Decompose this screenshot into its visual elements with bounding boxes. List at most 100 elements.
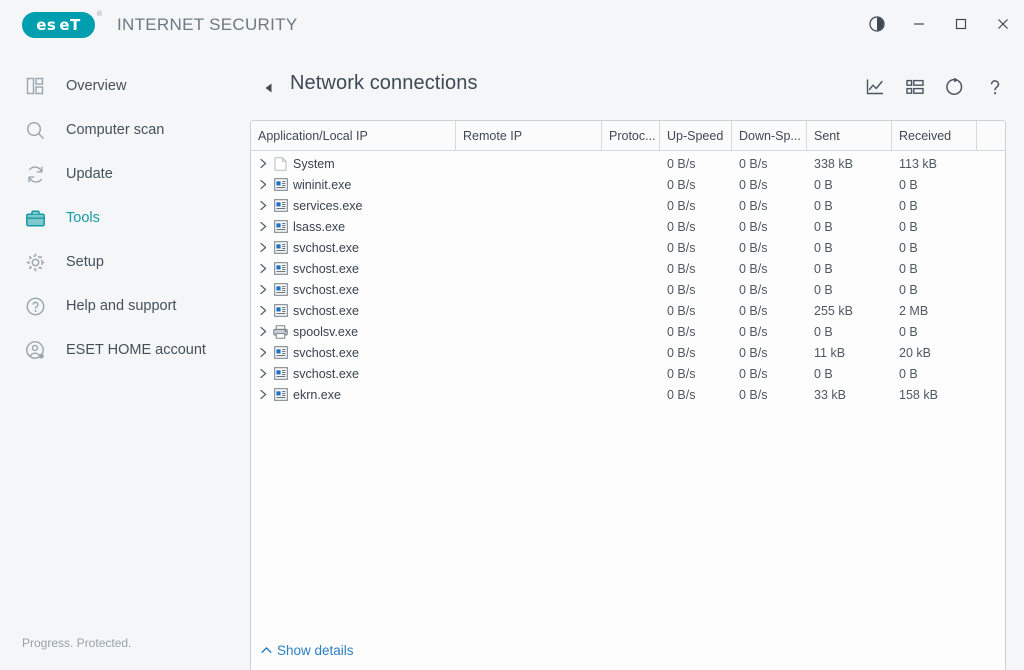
column-header-remote-ip[interactable]: Remote IP <box>456 121 602 150</box>
eset-logo-icon: e s e T ® <box>22 12 95 38</box>
table-row[interactable]: svchost.exe0 B/s0 B/s255 kB2 MB <box>251 300 1005 321</box>
sidebar-item-eset-home-account[interactable]: ESET HOME account <box>0 328 248 372</box>
cell-sent: 33 kB <box>807 384 892 405</box>
application-name: ekrn.exe <box>293 388 341 402</box>
cell-sent: 0 B <box>807 363 892 384</box>
table-header-row: Application/Local IP Remote IP Protoc...… <box>251 121 1005 151</box>
table-row[interactable]: ekrn.exe0 B/s0 B/s33 kB158 kB <box>251 384 1005 405</box>
table-row[interactable]: System0 B/s0 B/s338 kB113 kB <box>251 153 1005 174</box>
expand-chevron-icon[interactable] <box>257 388 270 401</box>
gear-icon <box>22 249 48 275</box>
expand-chevron-icon[interactable] <box>257 304 270 317</box>
cell-remote-ip <box>456 216 602 237</box>
cell-down-speed: 0 B/s <box>732 279 807 300</box>
column-header-spacer[interactable] <box>977 121 1005 150</box>
expand-chevron-icon[interactable] <box>257 157 270 170</box>
cell-spacer <box>977 153 1005 174</box>
cell-up-speed: 0 B/s <box>660 216 732 237</box>
expand-chevron-icon[interactable] <box>257 220 270 233</box>
maximize-button[interactable] <box>940 0 982 48</box>
cell-up-speed: 0 B/s <box>660 300 732 321</box>
expand-chevron-icon[interactable] <box>257 199 270 212</box>
application-name: lsass.exe <box>293 220 345 234</box>
magnifier-icon <box>22 117 48 143</box>
cell-remote-ip <box>456 153 602 174</box>
cell-received: 20 kB <box>892 342 977 363</box>
cell-down-speed: 0 B/s <box>732 300 807 321</box>
sidebar-item-computer-scan[interactable]: Computer scan <box>0 108 248 152</box>
application-name: services.exe <box>293 199 362 213</box>
minimize-icon <box>912 17 926 31</box>
cell-sent: 255 kB <box>807 300 892 321</box>
expand-chevron-icon[interactable] <box>257 262 270 275</box>
table-row[interactable]: spoolsv.exe0 B/s0 B/s0 B0 B <box>251 321 1005 342</box>
table-row[interactable]: wininit.exe0 B/s0 B/s0 B0 B <box>251 174 1005 195</box>
page-title: Network connections <box>290 72 478 95</box>
sidebar-item-tools[interactable]: Tools <box>0 196 248 240</box>
cell-remote-ip <box>456 237 602 258</box>
application-name: System <box>293 157 335 171</box>
title-bar: e s e T ® INTERNET SECURITY <box>0 0 1024 50</box>
column-header-up-speed[interactable]: Up-Speed <box>660 121 732 150</box>
cell-protocol <box>602 279 660 300</box>
expand-chevron-icon[interactable] <box>257 346 270 359</box>
show-details-toggle[interactable]: Show details <box>260 643 354 658</box>
back-button[interactable] <box>260 79 278 97</box>
application-name: wininit.exe <box>293 178 351 192</box>
table-row[interactable]: svchost.exe0 B/s0 B/s0 B0 B <box>251 258 1005 279</box>
cell-protocol <box>602 300 660 321</box>
close-button[interactable] <box>982 0 1024 48</box>
column-header-down-speed[interactable]: Down-Sp... <box>732 121 807 150</box>
expand-chevron-icon[interactable] <box>257 367 270 380</box>
column-header-received[interactable]: Received <box>892 121 977 150</box>
sidebar-item-help-and-support[interactable]: Help and support <box>0 284 248 328</box>
refresh-icon <box>22 161 48 187</box>
help-icon[interactable] <box>982 74 1008 100</box>
expand-chevron-icon[interactable] <box>257 283 270 296</box>
cell-down-speed: 0 B/s <box>732 258 807 279</box>
cell-application: wininit.exe <box>251 174 456 195</box>
cell-application: svchost.exe <box>251 300 456 321</box>
table-row[interactable]: lsass.exe0 B/s0 B/s0 B0 B <box>251 216 1005 237</box>
column-header-protocol[interactable]: Protoc... <box>602 121 660 150</box>
cell-application: ekrn.exe <box>251 384 456 405</box>
cell-application: svchost.exe <box>251 258 456 279</box>
sidebar-item-overview[interactable]: Overview <box>0 64 248 108</box>
cell-received: 0 B <box>892 279 977 300</box>
table-row[interactable]: svchost.exe0 B/s0 B/s0 B0 B <box>251 237 1005 258</box>
logo-letter-t: T <box>70 18 81 33</box>
logo-letter-s: s <box>47 18 56 33</box>
cell-protocol <box>602 363 660 384</box>
table-row[interactable]: svchost.exe0 B/s0 B/s0 B0 B <box>251 363 1005 384</box>
cell-spacer <box>977 174 1005 195</box>
contrast-toggle-button[interactable] <box>856 0 898 48</box>
cell-protocol <box>602 153 660 174</box>
exe-icon <box>273 303 288 318</box>
cell-sent: 0 B <box>807 216 892 237</box>
sidebar-item-label: ESET HOME account <box>66 342 206 358</box>
cell-remote-ip <box>456 195 602 216</box>
chart-icon[interactable] <box>862 74 888 100</box>
logo-letter-e2: e <box>59 18 70 33</box>
column-header-application[interactable]: Application/Local IP <box>251 121 456 150</box>
expand-chevron-icon[interactable] <box>257 325 270 338</box>
cell-down-speed: 0 B/s <box>732 153 807 174</box>
table-row[interactable]: services.exe0 B/s0 B/s0 B0 B <box>251 195 1005 216</box>
sidebar-item-setup[interactable]: Setup <box>0 240 248 284</box>
cell-protocol <box>602 216 660 237</box>
table-row[interactable]: svchost.exe0 B/s0 B/s0 B0 B <box>251 279 1005 300</box>
expand-chevron-icon[interactable] <box>257 241 270 254</box>
cell-received: 0 B <box>892 237 977 258</box>
minimize-button[interactable] <box>898 0 940 48</box>
list-view-icon[interactable] <box>902 74 928 100</box>
refresh-icon[interactable] <box>942 74 968 100</box>
expand-chevron-icon[interactable] <box>257 178 270 191</box>
column-header-sent[interactable]: Sent <box>807 121 892 150</box>
cell-up-speed: 0 B/s <box>660 258 732 279</box>
sidebar-item-update[interactable]: Update <box>0 152 248 196</box>
cell-application: spoolsv.exe <box>251 321 456 342</box>
cell-remote-ip <box>456 384 602 405</box>
cell-up-speed: 0 B/s <box>660 363 732 384</box>
table-row[interactable]: svchost.exe0 B/s0 B/s11 kB20 kB <box>251 342 1005 363</box>
cell-received: 0 B <box>892 195 977 216</box>
